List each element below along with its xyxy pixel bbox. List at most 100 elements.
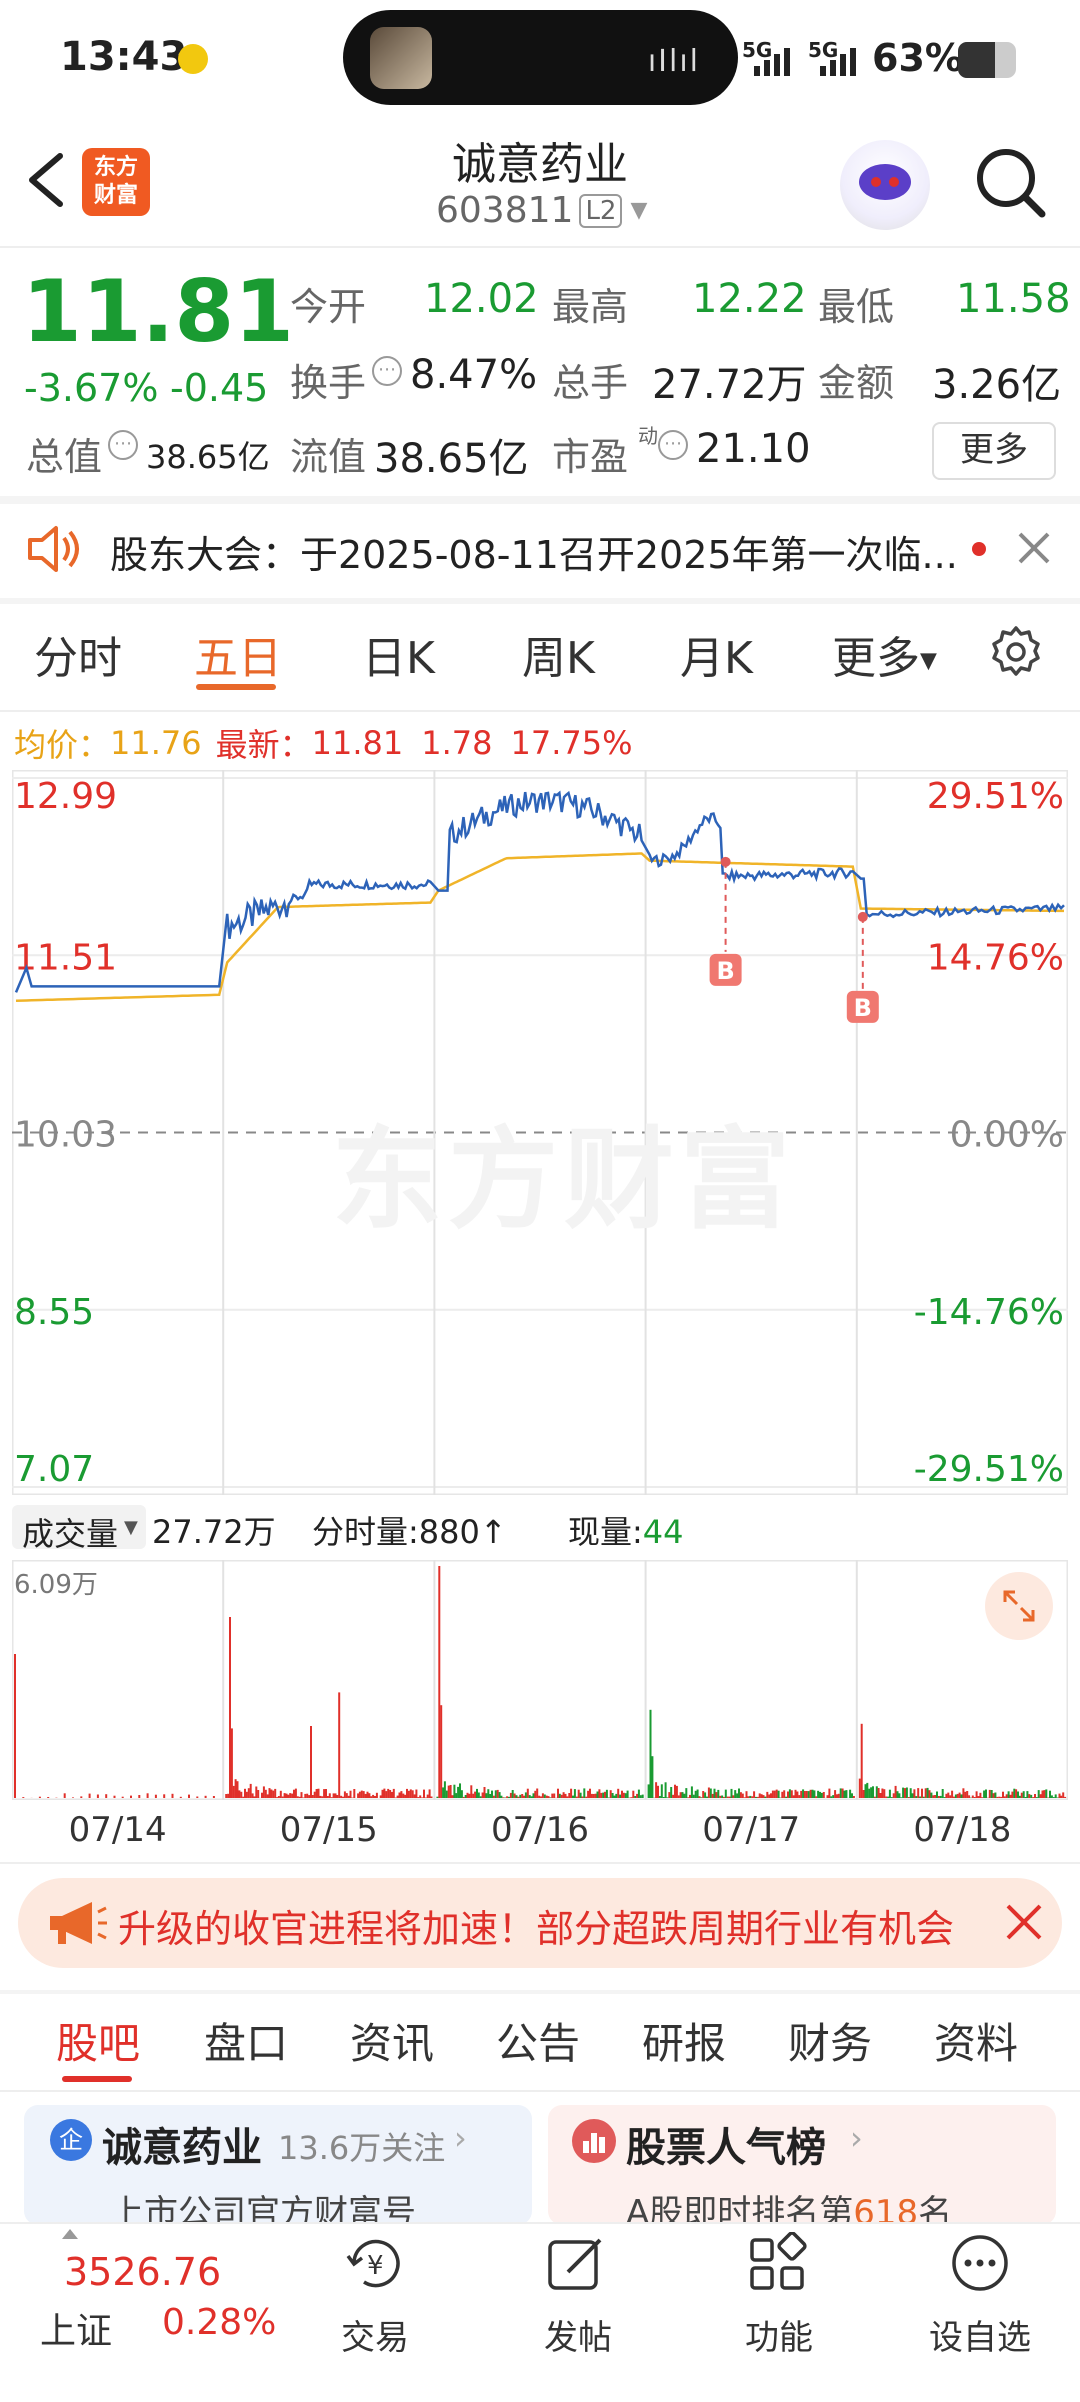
volume-bar <box>213 1796 215 1798</box>
volume-bar <box>706 1797 708 1798</box>
volume-bar <box>446 1791 448 1798</box>
volume-bar <box>974 1797 976 1798</box>
tab-intraday[interactable]: 分时 <box>34 622 122 686</box>
volume-bar <box>380 1795 382 1798</box>
volume-bar <box>427 1795 429 1798</box>
volume-bar <box>872 1786 874 1798</box>
apps-icon[interactable] <box>746 2232 810 2294</box>
volume-bar <box>738 1789 740 1799</box>
back-icon[interactable] <box>22 150 72 210</box>
notice-text[interactable]: 股东大会：于2025-08-11召开2025年第一次临... <box>110 524 958 579</box>
volume-bar <box>147 1793 149 1798</box>
volume-bar <box>932 1795 934 1798</box>
company-account-card[interactable]: 企 诚意药业 13.6万关注 › 上市公司官方财富号 <box>24 2105 532 2225</box>
volume-bar <box>714 1789 716 1798</box>
compose-icon[interactable] <box>544 2232 610 2294</box>
popularity-card[interactable]: 股票人气榜 › A股即时排名第618名 <box>548 2105 1056 2225</box>
five-day-chart[interactable]: 12.9911.5110.038.557.0729.51%14.76%0.00%… <box>12 770 1068 1495</box>
volume-bar <box>397 1796 399 1798</box>
subtab-news[interactable]: 资讯 <box>350 2010 434 2071</box>
volume-bar <box>478 1793 480 1799</box>
mktcap-value: 38.65亿 <box>146 432 270 478</box>
subtab-research[interactable]: 研报 <box>642 2010 726 2071</box>
volume-bar <box>912 1793 914 1798</box>
close-icon[interactable] <box>1016 530 1052 566</box>
volume-bar <box>966 1791 968 1798</box>
volume-bar <box>680 1792 682 1798</box>
info-icon[interactable]: ⋯ <box>108 430 138 460</box>
news-ticker[interactable]: 升级的收官进程将加速！部分超跌周期行业有机会 <box>18 1878 1062 1968</box>
volume-bar <box>619 1795 621 1798</box>
robot-assistant-icon[interactable] <box>840 140 930 230</box>
tab-weekly-k[interactable]: 周K <box>522 622 595 686</box>
current-volume: 现量:44 <box>568 1507 684 1553</box>
tab-more[interactable]: 更多▼ <box>832 622 937 686</box>
subtab-forum[interactable]: 股吧 <box>56 2010 140 2071</box>
info-icon[interactable]: ⋯ <box>658 430 688 460</box>
subtab-orderbook[interactable]: 盘口 <box>204 2010 288 2071</box>
stock-code-row[interactable]: 603811 L2 ▼ <box>436 190 647 231</box>
volume-bar <box>940 1796 942 1798</box>
volume-bar <box>813 1790 815 1798</box>
more-button[interactable]: 更多 <box>932 422 1056 480</box>
volume-bar <box>863 1790 865 1798</box>
last-label: 最新： <box>216 720 312 766</box>
info-icon[interactable]: ⋯ <box>372 356 402 386</box>
volume-bar <box>333 1793 335 1798</box>
volume-selector[interactable]: 成交量 ▼ <box>12 1505 146 1549</box>
subtab-finance[interactable]: 财务 <box>788 2010 872 2071</box>
volume-bar <box>632 1791 634 1798</box>
volume-chart[interactable]: 6.09万 <box>12 1560 1068 1800</box>
volume-bar <box>393 1789 395 1798</box>
volume-bar <box>1036 1797 1038 1798</box>
volume-bar <box>323 1789 325 1798</box>
index-name[interactable]: 上证 <box>40 2302 112 2354</box>
volume-bar <box>1004 1796 1006 1798</box>
volume-bar <box>993 1793 995 1798</box>
volume-bar <box>828 1789 830 1798</box>
volume-bar <box>557 1789 559 1798</box>
volume-bar <box>302 1798 304 1799</box>
ticker-text[interactable]: 升级的收官进程将加速！部分超跌周期行业有机会 <box>118 1898 998 1953</box>
volume-bar <box>1045 1789 1047 1798</box>
nav-add-watchlist[interactable]: 设自选 <box>918 2310 1042 2359</box>
change-amount: -0.45 <box>170 366 268 410</box>
volume-bar <box>774 1791 776 1798</box>
volume-bar <box>1021 1793 1023 1798</box>
trade-icon[interactable]: ¥ <box>340 2232 410 2294</box>
more-circle-icon[interactable] <box>948 2232 1012 2294</box>
volume-bar <box>708 1788 710 1799</box>
index-percent[interactable]: 0.28% <box>162 2302 276 2343</box>
volume-bar <box>502 1797 504 1798</box>
volume-bar <box>304 1794 306 1798</box>
volume-bar <box>335 1793 337 1798</box>
volume-bar <box>389 1790 391 1798</box>
nav-functions[interactable]: 功能 <box>740 2310 818 2359</box>
audio-wave-icon: ıIlıl <box>648 44 700 79</box>
gear-icon[interactable] <box>988 624 1044 680</box>
nav-post[interactable]: 发帖 <box>538 2310 618 2359</box>
subtab-announcements[interactable]: 公告 <box>496 2010 580 2071</box>
volume-bar <box>880 1793 882 1798</box>
volume-bar <box>284 1793 286 1798</box>
volume-bar <box>395 1798 397 1799</box>
follower-count: 13.6万关注 <box>278 2123 445 2169</box>
volume-bar <box>188 1795 190 1798</box>
volume-bar <box>908 1797 910 1798</box>
volume-bar <box>930 1793 932 1798</box>
expand-icon[interactable] <box>985 1572 1053 1640</box>
volume-bar <box>1006 1794 1008 1798</box>
dynamic-island[interactable]: ıIlıl <box>343 10 738 105</box>
close-icon[interactable] <box>1004 1902 1044 1942</box>
volume-bar <box>484 1787 486 1798</box>
volume-bar <box>155 1795 157 1798</box>
app-logo[interactable]: 东方 财富 <box>82 148 150 216</box>
search-icon[interactable] <box>972 142 1048 222</box>
tab-monthly-k[interactable]: 月K <box>680 622 753 686</box>
tab-five-day[interactable]: 五日 <box>194 622 282 686</box>
subtab-profile[interactable]: 资料 <box>934 2010 1018 2071</box>
nav-trade[interactable]: 交易 <box>338 2310 412 2359</box>
tab-daily-k[interactable]: 日K <box>362 622 435 686</box>
y-tick-left: 8.55 <box>14 1292 94 1333</box>
index-value[interactable]: 3526.76 <box>64 2250 221 2294</box>
